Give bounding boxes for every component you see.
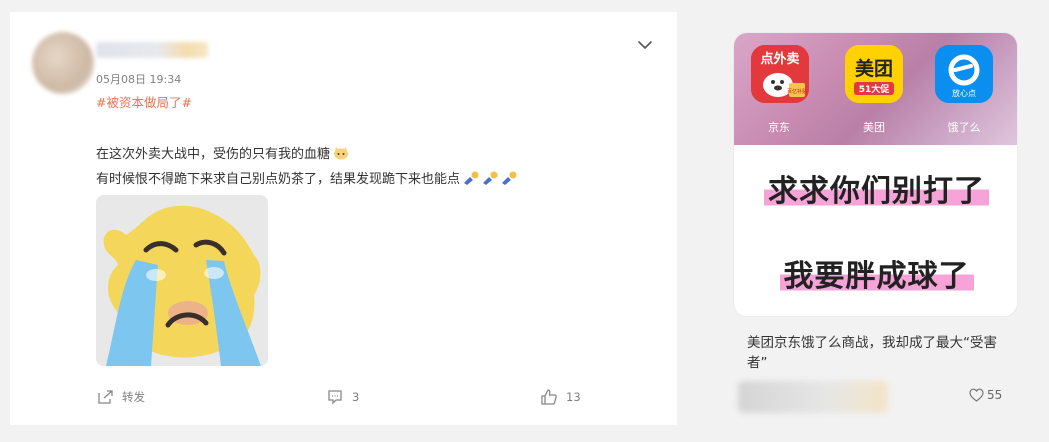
jd-icon-text: 点外卖: [760, 51, 799, 67]
meituan-icon-text: 美团: [855, 57, 893, 80]
post-text-line-2: 有时候恨不得跪下来求自己别点奶茶了，结果发现跪下来也能点: [96, 168, 517, 187]
kneel-emoji-icon-2: [483, 171, 498, 185]
heart-icon: [969, 388, 984, 402]
share-icon: [98, 390, 113, 404]
side-like-button[interactable]: 55: [969, 388, 1002, 402]
comment-count: 3: [352, 390, 360, 404]
post-text-line-1: 在这次外卖大战中，受伤的只有我的血糖: [96, 143, 349, 162]
like-count: 13: [566, 390, 581, 404]
cat-emoji-icon: [334, 147, 349, 160]
app-label-meituan: 美团: [863, 121, 885, 134]
repost-label: 转发: [122, 390, 145, 404]
apps-banner: 点外卖 百亿补贴 京东 美团 51大促 美团 放心点 饿了么: [734, 33, 1017, 145]
post-card: 05月08日 19:34 #被资本做局了# 在这次外卖大战中，受伤的只有我的血糖…: [10, 12, 677, 425]
comment-icon: [328, 390, 342, 405]
side-author-blurred[interactable]: [738, 381, 888, 413]
jd-badge-text: 百亿补贴: [787, 88, 807, 95]
app-label-jd: 京东: [768, 121, 790, 134]
chevron-down-icon[interactable]: [634, 34, 656, 56]
post-time[interactable]: 05月08日 19:34: [96, 71, 181, 87]
comment-button[interactable]: 3: [326, 388, 359, 406]
like-button[interactable]: 13: [540, 388, 581, 406]
jd-app-icon: 点外卖 百亿补贴: [751, 45, 809, 103]
kneel-emoji-icon-3: [502, 171, 517, 185]
eleme-badge-text: 放心点: [952, 88, 976, 98]
avatar[interactable]: [32, 32, 94, 94]
side-article-title[interactable]: 美团京东饿了么商战，我却成了最大“受害者”: [747, 333, 1017, 373]
page: 05月08日 19:34 #被资本做局了# 在这次外卖大战中，受伤的只有我的血糖…: [0, 0, 1049, 442]
post-image-crying-face[interactable]: [96, 195, 268, 366]
meituan-app-icon: 美团 51大促: [845, 45, 903, 103]
slogan-text-2: 我要胖成球了: [779, 259, 974, 294]
topic-link[interactable]: #被资本做局了#: [96, 92, 192, 111]
eleme-app-icon: 放心点: [935, 45, 993, 103]
app-label-eleme: 饿了么: [947, 121, 981, 134]
side-article-card[interactable]: 点外卖 百亿补贴 京东 美团 51大促 美团 放心点 饿了么 求求你们别打了 我…: [733, 32, 1018, 317]
slogan-line-1: 求求你们别打了: [734, 166, 1017, 210]
post-text-2: 有时候恨不得跪下来求自己别点奶茶了，结果发现跪下来也能点: [96, 172, 461, 187]
slogan-text-1: 求求你们别打了: [764, 174, 989, 209]
meituan-badge-text: 51大促: [859, 83, 891, 95]
repost-button[interactable]: 转发: [96, 388, 145, 406]
thumb-up-icon: [541, 389, 557, 405]
kneel-emoji-icon-1: [464, 171, 479, 185]
crying-face-illustration: [96, 195, 268, 366]
side-like-count: 55: [987, 388, 1003, 402]
post-text-1: 在这次外卖大战中，受伤的只有我的血糖: [96, 147, 331, 162]
username-blurred[interactable]: [96, 42, 208, 58]
slogan-line-2: 我要胖成球了: [734, 251, 1017, 295]
